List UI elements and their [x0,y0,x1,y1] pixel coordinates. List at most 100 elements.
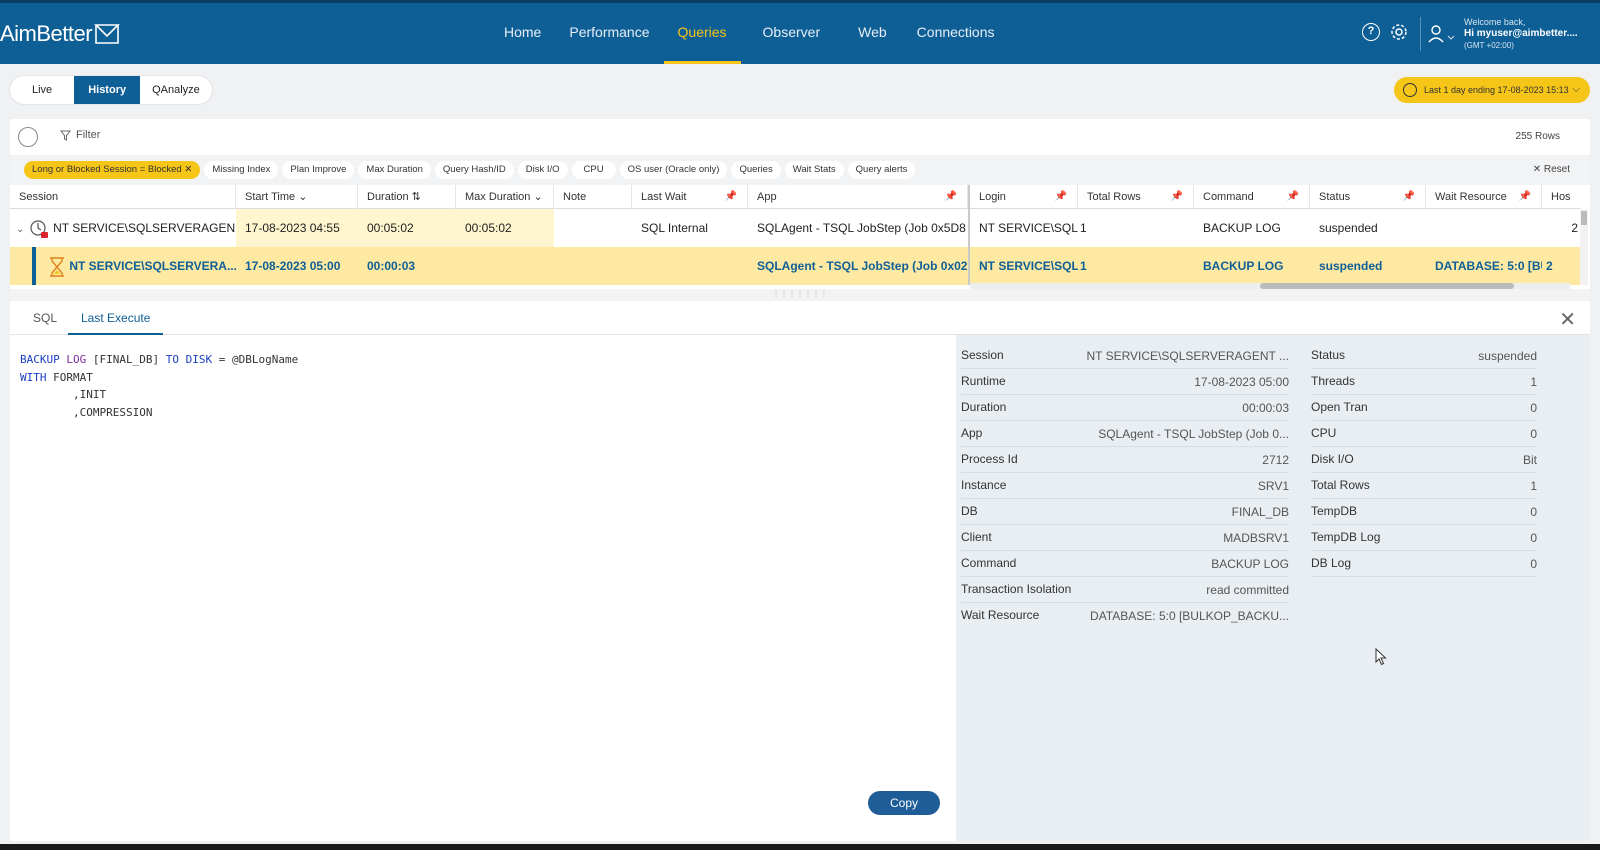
table-row[interactable]: ⌄ NT SERVICE\SQLSERVERAGEN... 17-08-2023… [10,209,1580,247]
nav-web[interactable]: Web [842,3,903,64]
cell-host: 2 [1571,221,1578,235]
copy-button[interactable]: Copy [868,791,940,815]
nav-performance[interactable]: Performance [555,3,663,64]
pin-icon[interactable]: 📌 [945,185,957,209]
nav-home[interactable]: Home [490,3,555,64]
col-duration[interactable]: Duration ⇅ [358,185,456,209]
pin-icon[interactable]: 📌 [1055,185,1067,209]
mode-history[interactable]: History [74,76,141,104]
frozen-column-separator[interactable] [968,185,970,285]
col-session[interactable]: Session [10,185,236,209]
sql-code-view[interactable]: BACKUP LOG [FINAL_DB] TO DISK = @DBLogNa… [20,351,298,421]
time-range-selector[interactable]: Last 1 day ending 17-08-2023 15:13 ⌵ [1394,77,1590,103]
sql-line-1: BACKUP LOG [FINAL_DB] TO DISK = @DBLogNa… [20,351,298,369]
chip-queries[interactable]: Queries [731,161,781,179]
chip-query-alerts[interactable]: Query alerts [847,161,916,179]
nav-queries[interactable]: Queries [663,3,741,64]
aimbetter-logo[interactable]: AimBetter [0,21,121,47]
cell-status: suspended [1319,259,1383,273]
col-status[interactable]: Status 📌 [1310,185,1426,209]
logo-text: AimBetter [0,21,93,46]
pin-icon[interactable]: 📌 [725,185,737,209]
col-wait-resource[interactable]: Wait Resource 📌 [1426,185,1542,209]
detail-key: App [961,426,983,440]
filter-button[interactable]: Filter [60,129,100,141]
cell-last-wait [632,247,748,285]
detail-key: Transaction Isolation [961,582,1072,596]
tab-sql[interactable]: SQL [20,301,70,335]
pin-icon[interactable]: 📌 [1403,185,1415,209]
user-welcome[interactable]: Welcome back, Hi myuser@aimbetter.... (G… [1464,16,1578,52]
hourglass-icon [50,257,64,277]
chip-disk-io[interactable]: Disk I/O [517,161,568,179]
welcome-text: Welcome back, [1464,17,1526,27]
chip-plan-improve[interactable]: Plan Improve [282,161,355,179]
detail-key: Disk I/O [1311,452,1354,466]
nav-observer[interactable]: Observer [741,3,843,64]
history-icon[interactable] [18,127,38,147]
chip-query-hash[interactable]: Query Hash/ID [434,161,514,179]
table-row[interactable]: NT SERVICE\SQLSERVERA... 17-08-2023 05:0… [10,247,1580,285]
col-start-time[interactable]: Start Time ⌄ [236,185,358,209]
sql-keyword: TO DISK [165,353,213,366]
col-login[interactable]: Login 📌 [970,185,1078,209]
col-total-rows[interactable]: Total Rows 📌 [1078,185,1194,209]
nav-connections[interactable]: Connections [903,3,1009,64]
pin-icon[interactable]: 📌 [1287,185,1299,209]
gear-icon[interactable] [1390,23,1408,41]
sql-text: FORMAT [46,370,93,384]
detail-key: Instance [961,478,1007,492]
detail-key: CPU [1311,426,1337,440]
chip-os-user[interactable]: OS user (Oracle only) [619,161,728,179]
tab-last-execute[interactable]: Last Execute [68,301,164,335]
chip-cpu[interactable]: CPU [571,161,616,179]
close-icon[interactable]: ✕ [1559,307,1576,332]
cell-duration: 00:00:03 [367,259,416,273]
chip-missing-index[interactable]: Missing Index [204,161,279,179]
scrollbar-thumb[interactable] [1581,211,1587,225]
funnel-icon [60,130,71,141]
col-last-wait[interactable]: Last Wait 📌 [632,185,748,209]
chevron-down-icon[interactable]: ⌄ [16,224,24,235]
help-icon[interactable]: ? [1362,23,1380,41]
remove-chip-icon[interactable]: ✕ [184,164,192,175]
user-icon[interactable] [1428,25,1458,43]
panel-resize-handle[interactable]: ⋮⋮⋮⋮⋮⋮⋮ [10,289,1590,301]
cell-session: NT SERVICE\SQLSERVERA... [40,247,236,285]
detail-open-tran: Open Tran 0 [1311,395,1537,421]
top-icons: ? [1362,23,1408,41]
pin-icon[interactable]: 📌 [1519,185,1531,209]
detail-value: SRV1 [1257,479,1289,493]
vertical-scrollbar[interactable] [1580,209,1588,285]
col-app[interactable]: App 📌 [748,185,968,209]
detail-total-rows: Total Rows 1 [1311,473,1537,499]
user-name: Hi myuser@aimbetter.... [1464,28,1578,39]
sql-keyword: BACKUP [20,353,60,366]
cell-start-time: 17-08-2023 05:00 [245,259,341,273]
selected-row-marker [32,247,36,285]
cell-max-duration [456,247,554,285]
mode-live[interactable]: Live [10,76,74,104]
detail-value: 0 [1530,427,1537,441]
reset-label: Reset [1543,164,1570,175]
chip-max-duration[interactable]: Max Duration [358,161,431,179]
col-note[interactable]: Note [554,185,632,209]
col-host[interactable]: Hos [1542,185,1580,209]
col-command[interactable]: Command 📌 [1194,185,1310,209]
mode-qanalyze[interactable]: QAnalyze [140,76,212,104]
detail-key: Duration [961,400,1007,414]
details-left-column: Session NT SERVICE\SQLSERVERAGENT ... Run… [961,343,1289,629]
cell-total-rows: 1 [1080,221,1087,235]
detail-key: Wait Resource [961,608,1040,622]
detail-value: 1 [1530,375,1537,389]
chip-wait-stats[interactable]: Wait Stats [784,161,844,179]
col-max-duration[interactable]: Max Duration ⌄ [456,185,554,209]
reset-button[interactable]: ✕ Reset [1533,164,1570,175]
detail-app: App SQLAgent - TSQL JobStep (Job 0... [961,421,1289,447]
detail-command: Command BACKUP LOG [961,551,1289,577]
detail-value: 0 [1530,557,1537,571]
details-right-column: Status suspended Threads 1 Open Tran 0 CPU 0… [1311,343,1537,577]
cell-note [554,247,632,285]
pin-icon[interactable]: 📌 [1171,185,1183,209]
chip-blocked-session[interactable]: Long or Blocked Session = Blocked ✕ [24,161,201,179]
